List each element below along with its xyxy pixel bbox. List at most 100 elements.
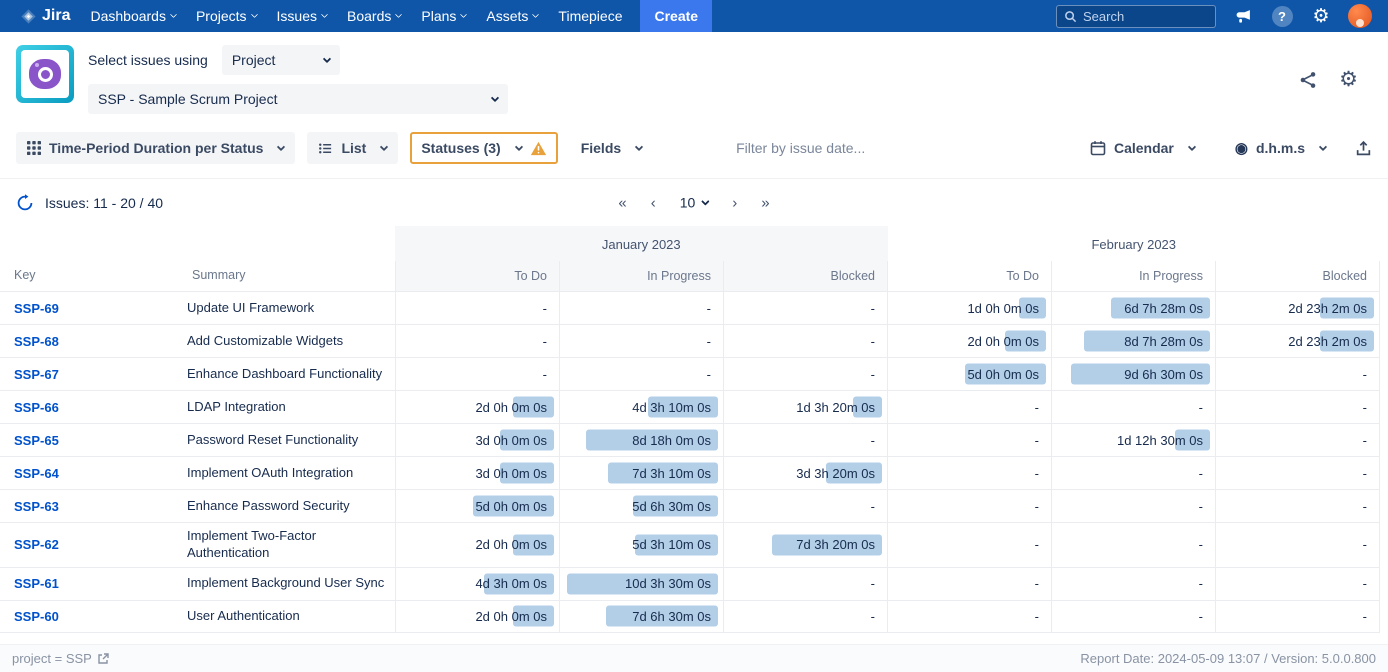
next-page-button[interactable]: › [732,194,737,211]
cell-duration: - [1215,357,1379,390]
nav-item-issues[interactable]: Issues [267,0,337,32]
cell-summary: Enhance Dashboard Functionality [180,357,395,390]
column-header-key: Key [0,261,180,291]
cell-key: SSP-67 [0,357,180,390]
share-icon[interactable] [1299,71,1317,89]
table-row: SSP-68Add Customizable Widgets---2d 0h 0… [0,324,1380,357]
layout-button[interactable]: List [307,132,398,164]
month-group-february: February 2023 [888,226,1381,261]
issue-key-link[interactable]: SSP-64 [14,466,59,481]
cell-duration: 10d 3h 30m 0s [559,567,723,600]
column-header-status: In Progress [559,261,723,291]
nav-item-assets[interactable]: Assets [476,0,548,32]
search-input[interactable] [1083,9,1208,24]
cell-duration: 5d 0h 0m 0s [395,489,559,522]
cell-duration: 1d 0h 0m 0s [887,291,1051,324]
cell-duration: - [1051,390,1215,423]
results-bar: Issues: 11 - 20 / 40 « ‹ 10 › » [0,179,1388,226]
cell-duration: - [887,567,1051,600]
issue-key-link[interactable]: SSP-68 [14,334,59,349]
month-group-january: January 2023 [395,226,888,261]
pagination: « ‹ 10 › » [618,194,769,211]
chevron-down-icon [532,11,539,18]
help-icon[interactable]: ? [1270,4,1294,28]
column-header-row: Key Summary To DoIn ProgressBlockedTo Do… [0,261,1380,291]
cell-duration: 7d 3h 10m 0s [559,456,723,489]
cell-summary: Password Reset Functionality [180,423,395,456]
cell-duration: 2d 0h 0m 0s [887,324,1051,357]
issue-key-link[interactable]: SSP-65 [14,433,59,448]
page-size-select[interactable]: 10 [680,195,709,211]
cell-duration: 7d 6h 30m 0s [559,600,723,633]
cell-duration: 2d 0h 0m 0s [395,522,559,567]
cell-duration: - [723,324,887,357]
project-select[interactable]: SSP - Sample Scrum Project [88,84,508,114]
user-avatar[interactable] [1348,4,1372,28]
cell-duration: 6d 7h 28m 0s [1051,291,1215,324]
cell-duration: 2d 0h 0m 0s [395,600,559,633]
nav-item-projects[interactable]: Projects [186,0,267,32]
cell-duration: - [887,600,1051,633]
prev-page-button[interactable]: ‹ [651,194,656,211]
settings-gear-icon[interactable]: ⚙ [1309,4,1333,28]
report-footer: project = SSP Report Date: 2024-05-09 13… [0,644,1388,672]
cell-summary: Implement OAuth Integration [180,456,395,489]
cell-duration: 5d 3h 10m 0s [559,522,723,567]
cell-duration: 3d 0h 0m 0s [395,423,559,456]
jql-filter-link[interactable]: project = SSP [12,651,109,666]
statuses-button[interactable]: Statuses (3) [410,132,557,164]
list-icon [318,141,333,156]
column-header-summary: Summary [180,261,395,291]
cell-duration: 1d 3h 20m 0s [723,390,887,423]
duration-format-icon: ◉ [1235,141,1248,156]
chevron-down-icon [170,11,177,18]
table-row: SSP-62Implement Two-Factor Authenticatio… [0,522,1380,567]
issue-key-link[interactable]: SSP-62 [14,537,59,552]
cell-key: SSP-66 [0,390,180,423]
cell-duration: 3d 3h 20m 0s [723,456,887,489]
cell-duration: - [1215,390,1379,423]
issue-key-link[interactable]: SSP-60 [14,609,59,624]
issue-source-select[interactable]: Project [222,45,340,75]
time-format-button[interactable]: ◉ d.h.m.s [1224,132,1337,164]
cell-duration: - [887,489,1051,522]
issue-key-link[interactable]: SSP-66 [14,400,59,415]
cell-duration: - [887,522,1051,567]
calendar-button[interactable]: Calendar [1079,132,1206,164]
report-type-button[interactable]: Time-Period Duration per Status [16,132,295,164]
nav-item-boards[interactable]: Boards [337,0,411,32]
issue-date-filter-input[interactable] [736,140,996,156]
cell-duration: 4d 3h 10m 0s [559,390,723,423]
issue-key-link[interactable]: SSP-61 [14,576,59,591]
nav-item-plans[interactable]: Plans [411,0,476,32]
refresh-icon[interactable] [16,194,34,212]
table-row: SSP-65 Password Reset Functionality3d 0h … [0,423,1380,456]
cell-duration: 3d 0h 0m 0s [395,456,559,489]
issue-key-link[interactable]: SSP-63 [14,499,59,514]
report-settings-gear-icon[interactable]: ⚙ [1339,69,1358,90]
chevron-down-icon [701,197,709,205]
issue-key-link[interactable]: SSP-69 [14,301,59,316]
nav-item-timepiece[interactable]: Timepiece [548,0,632,32]
cell-duration: - [395,324,559,357]
nav-item-dashboards[interactable]: Dashboards [80,0,186,32]
fields-button[interactable]: Fields [570,132,653,164]
issue-key-link[interactable]: SSP-67 [14,367,59,382]
table-row: SSP-69Update UI Framework---1d 0h 0m 0s6… [0,291,1380,324]
announcement-icon[interactable] [1231,4,1255,28]
chevron-down-icon [321,11,328,18]
cell-duration: - [1051,489,1215,522]
first-page-button[interactable]: « [618,194,626,211]
last-page-button[interactable]: » [761,194,769,211]
column-header-status: In Progress [1051,261,1215,291]
global-search[interactable] [1056,5,1216,28]
chevron-down-icon [1319,142,1327,150]
chevron-down-icon [1188,142,1196,150]
cell-summary: Implement Background User Sync [180,567,395,600]
status-duration-table: January 2023 February 2023 Key Summary T… [0,226,1388,633]
export-icon[interactable] [1355,140,1372,157]
select-issues-label: Select issues using [88,52,208,68]
create-button[interactable]: Create [640,0,712,32]
cell-key: SSP-62 [0,522,180,567]
jira-logo[interactable]: Jira [10,7,80,25]
